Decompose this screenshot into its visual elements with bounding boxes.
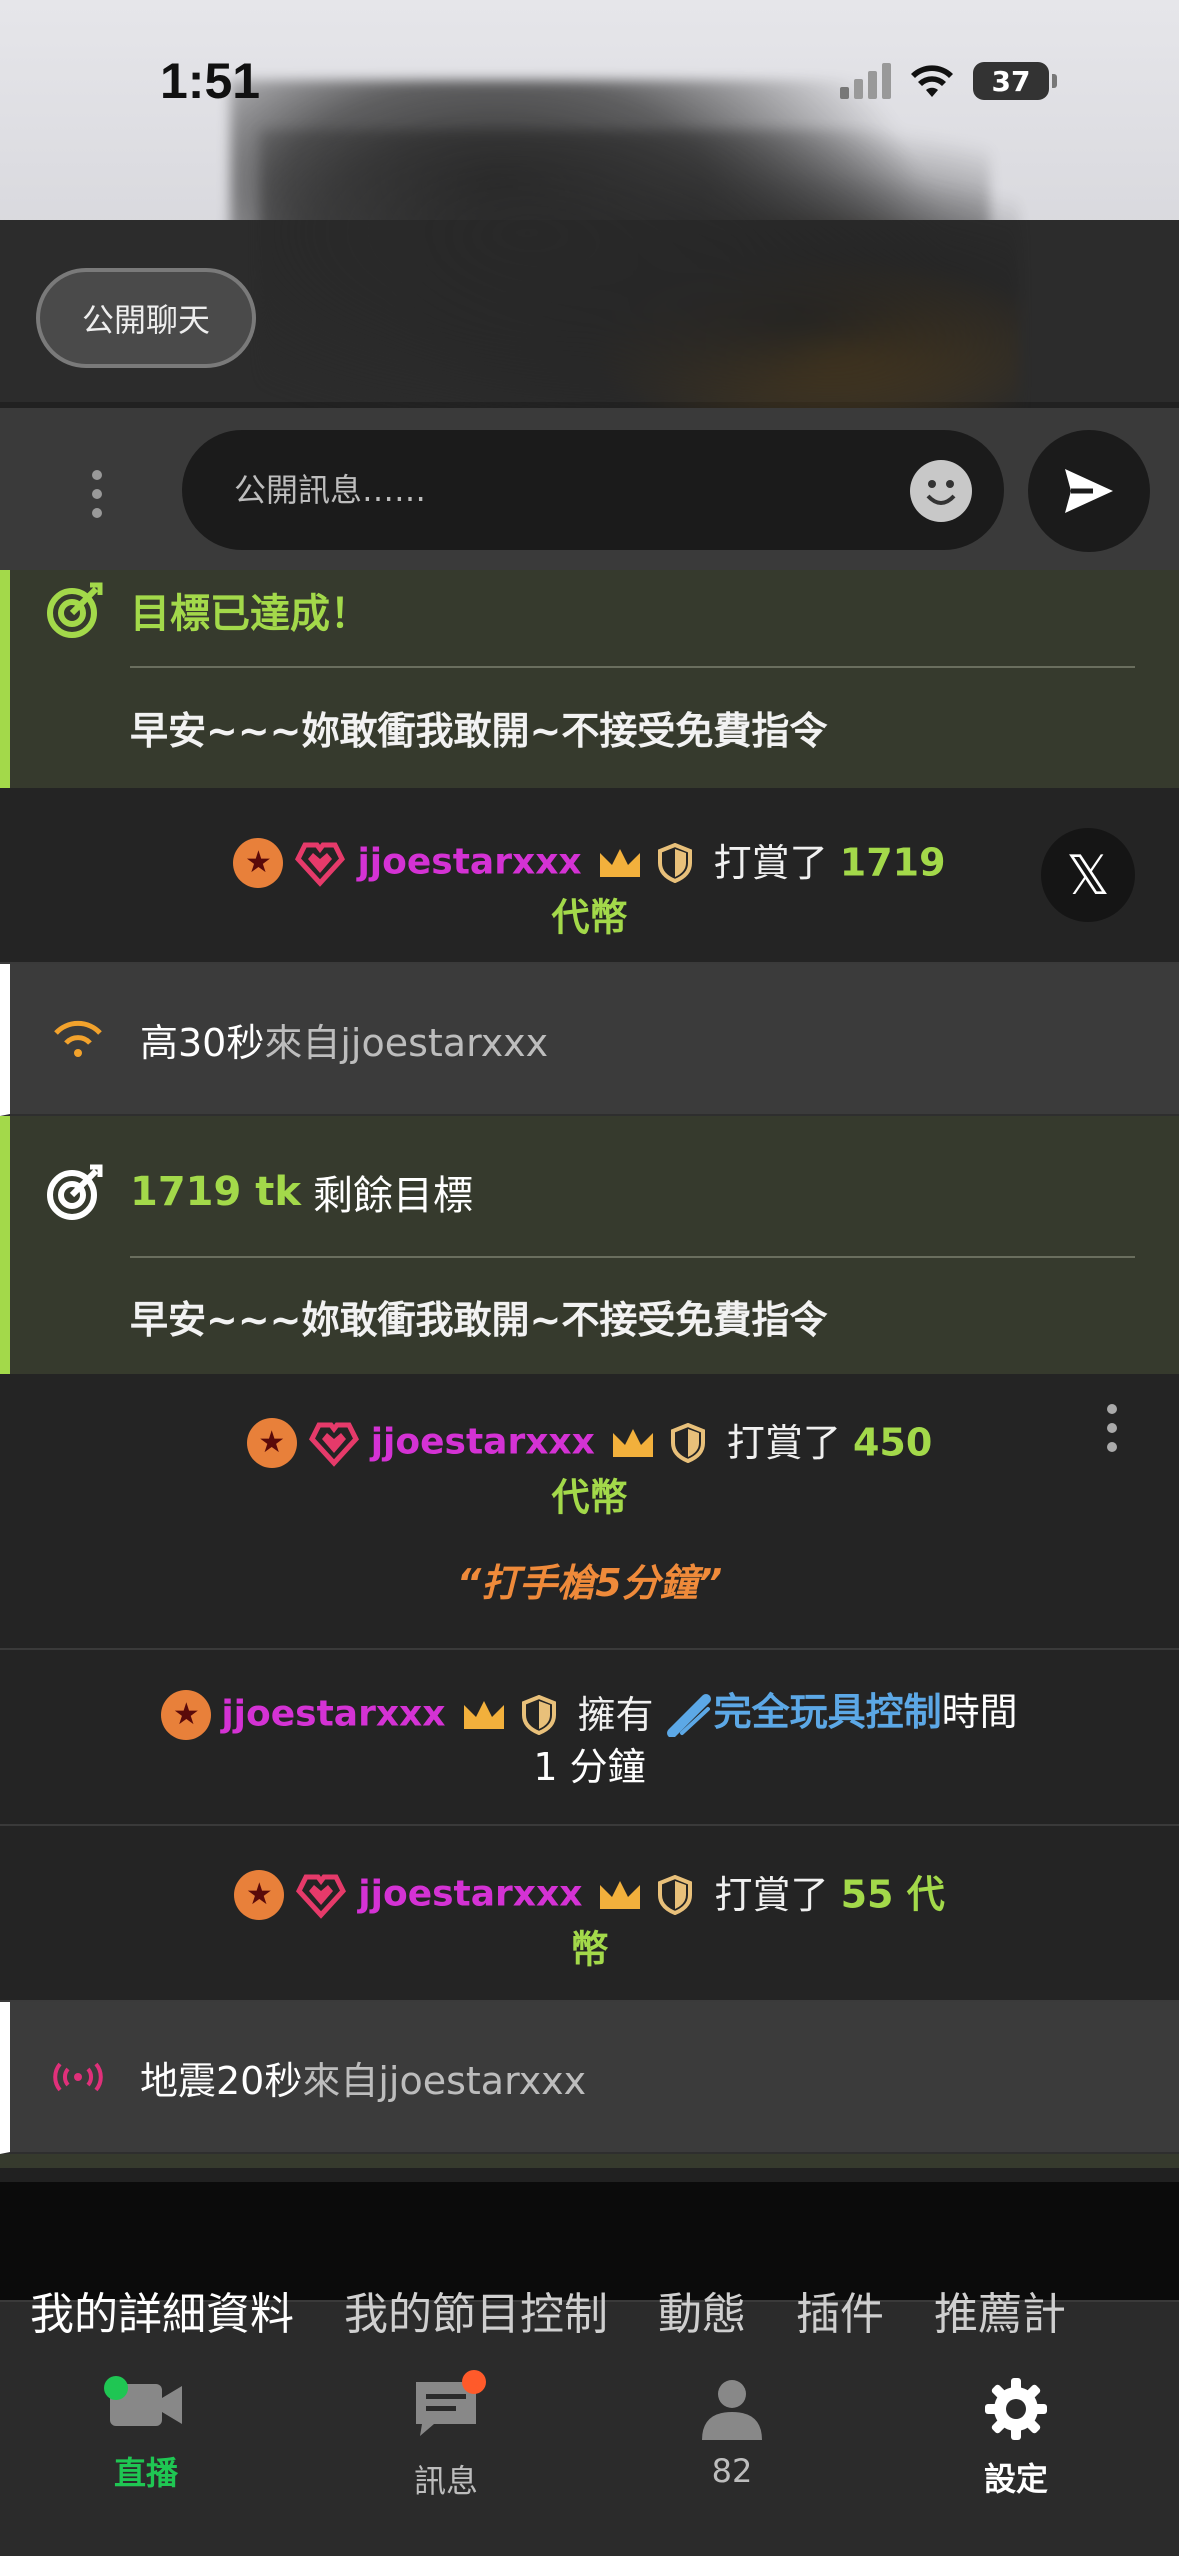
wifi-icon — [909, 63, 955, 99]
tip-note: “打手槍5分鐘” — [456, 1561, 723, 1605]
goal-amount: 1719 tk — [130, 1169, 301, 1215]
star-badge-icon: ★ — [161, 1689, 212, 1740]
crown-icon — [599, 848, 640, 877]
token-unit: 幣 — [570, 1927, 609, 1971]
public-message-input[interactable] — [182, 430, 1004, 550]
token-unit: 代幣 — [551, 895, 628, 939]
tab-referral[interactable]: 推薦計 — [934, 2278, 1066, 2342]
emoji-icon[interactable] — [910, 460, 972, 522]
target-icon — [47, 582, 103, 638]
tab-settings[interactable]: 設定 — [936, 2376, 1096, 2500]
target-icon — [47, 1164, 103, 1220]
tab-live-label: 直播 — [113, 2454, 178, 2492]
more-options-icon[interactable] — [92, 470, 104, 518]
tab-viewers[interactable]: 82 — [652, 2376, 812, 2490]
goal-reached-message: 目標已達成！ 早安~~~妳敢衝我敢開~不接受免費指令 — [0, 570, 1179, 788]
quake-from: 來自jjoestarxxx — [302, 2058, 587, 2103]
tip-message: ★ jjoestarxxx 打賞了 55 代 幣 — [0, 1826, 1179, 2002]
shield-icon — [670, 1422, 705, 1463]
tab-show-control[interactable]: 我的節目控制 — [344, 2278, 608, 2342]
tab-live[interactable]: 直播 — [66, 2376, 226, 2494]
chat-list[interactable]: 目標已達成！ 早安~~~妳敢衝我敢開~不接受免費指令 ★ jjoestarxxx 打… — [0, 570, 1179, 2168]
wifi-vibe-icon — [50, 1011, 106, 1067]
segment-tabs: 我的詳細資料 我的節目控制 動態 插件 推薦計 — [30, 2278, 1066, 2342]
unread-indicator — [462, 2370, 486, 2394]
goal-body: 早安~~~妳敢衝我敢開~不接受免費指令 — [130, 708, 828, 753]
goal-body: 早安~~~妳敢衝我敢開~不接受免費指令 — [130, 1297, 828, 1342]
star-badge-icon: ★ — [233, 837, 284, 888]
username[interactable]: jjoestarxxx — [371, 1422, 595, 1463]
send-button[interactable] — [1028, 430, 1150, 552]
tab-my-details[interactable]: 我的詳細資料 — [30, 2278, 294, 2342]
tipped-label: 打賞了 — [726, 1420, 841, 1465]
goal-remaining-label: 剩餘目標 — [312, 1173, 473, 1219]
tab-messages-label: 訊息 — [413, 2462, 478, 2500]
x-logo-icon[interactable]: 𝕏 — [1041, 828, 1135, 922]
tab-plugins[interactable]: 插件 — [796, 2278, 884, 2342]
shield-icon — [657, 842, 692, 883]
vibe-strength: 高30秒 — [140, 1020, 265, 1065]
tip-message: ★ jjoestarxxx 打賞了 450 代幣 “打手槍5分鐘” — [0, 1374, 1179, 1650]
vibe-from: 來自jjoestarxxx — [264, 1020, 549, 1065]
shield-icon — [658, 1874, 693, 1915]
shield-icon — [521, 1694, 556, 1735]
public-chat-button[interactable]: 公開聊天 — [36, 268, 256, 368]
gear-icon — [985, 2378, 1047, 2440]
tab-messages[interactable]: 訊息 — [366, 2370, 526, 2502]
star-badge-icon: ★ — [234, 1869, 285, 1920]
control-duration: 1 分鐘 — [533, 1744, 646, 1789]
earthquake-icon — [50, 2049, 106, 2105]
tipped-label: 打賞了 — [713, 840, 828, 885]
viewer-count: 82 — [711, 2452, 753, 2490]
send-icon — [1065, 469, 1113, 513]
token-unit: 代幣 — [551, 1475, 628, 1519]
username[interactable]: jjoestarxxx — [221, 1694, 445, 1735]
heart-badge-icon — [295, 842, 346, 887]
username[interactable]: jjoestarxxx — [357, 842, 581, 883]
toy-icon — [666, 1693, 711, 1738]
star-badge-icon: ★ — [246, 1417, 297, 1468]
crown-icon — [463, 1700, 504, 1729]
goal-title: 目標已達成！ — [130, 591, 370, 637]
status-time: 1:51 — [160, 53, 261, 109]
has-label: 擁有 — [577, 1692, 654, 1737]
message-options-icon[interactable] — [1107, 1404, 1117, 1452]
tipped-label: 打賞了 — [714, 1872, 829, 1917]
toy-control-message: ★ jjoestarxxx 擁有 完全玩具控制時間 1 分鐘 — [0, 1650, 1179, 1826]
toy-control-label: 完全玩具控制 — [713, 1690, 942, 1734]
next-message-peek — [0, 2154, 1179, 2168]
earthquake-event-message: 地震20秒 來自jjoestarxxx — [0, 2002, 1179, 2154]
tip-amount: 55 代 — [840, 1872, 945, 1917]
username[interactable]: jjoestarxxx — [358, 1874, 582, 1915]
battery-icon: 37 — [973, 62, 1057, 100]
time-label: 時間 — [941, 1690, 1018, 1734]
crown-icon — [612, 1428, 653, 1457]
heart-badge-icon — [296, 1874, 347, 1919]
crown-icon — [600, 1880, 641, 1909]
quake-strength: 地震20秒 — [140, 2058, 303, 2103]
status-icons: 37 — [840, 62, 1057, 100]
tip-amount: 1719 — [839, 840, 946, 885]
tab-feed[interactable]: 動態 — [658, 2278, 746, 2342]
heart-badge-icon — [308, 1422, 359, 1467]
live-indicator — [104, 2376, 128, 2400]
tab-settings-label: 設定 — [983, 2460, 1048, 2498]
vibe-event-message: 高30秒 來自jjoestarxxx — [0, 964, 1179, 1116]
tip-message: ★ jjoestarxxx 打賞了 1719 代幣 𝕏 — [0, 788, 1179, 964]
person-icon — [702, 2380, 762, 2440]
goal-remaining-message: 1719 tk 剩餘目標 早安~~~妳敢衝我敢開~不接受免費指令 — [0, 1116, 1179, 1374]
signal-icon — [840, 63, 891, 99]
tip-amount: 450 — [852, 1420, 933, 1465]
